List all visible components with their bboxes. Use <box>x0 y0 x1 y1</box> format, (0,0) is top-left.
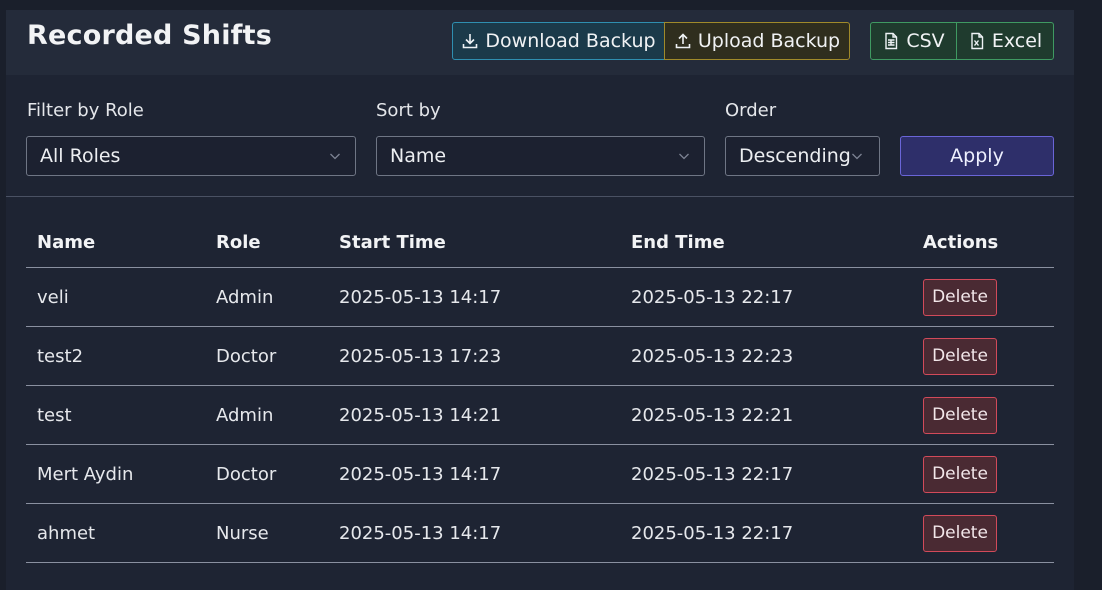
cell-name: test2 <box>26 326 205 386</box>
divider <box>6 196 1074 197</box>
export-excel-label: Excel <box>991 30 1043 52</box>
cell-actions: Delete <box>912 385 1054 445</box>
file-excel-icon <box>971 32 984 50</box>
chevron-down-icon <box>852 153 862 160</box>
column-header-start-time: Start Time <box>328 218 620 268</box>
cell-end-time: 2025-05-13 22:21 <box>620 385 912 445</box>
delete-button[interactable]: Delete <box>923 455 997 493</box>
order-value: Descending <box>739 145 851 167</box>
order-label: Order <box>725 100 777 121</box>
table-row: ahmet Nurse 2025-05-13 14:17 2025-05-13 … <box>26 503 1054 563</box>
cell-role: Admin <box>205 267 328 327</box>
page-title: Recorded Shifts <box>27 20 272 51</box>
cell-end-time: 2025-05-13 22:17 <box>620 267 912 327</box>
apply-button[interactable]: Apply <box>900 136 1054 176</box>
export-csv-label: CSV <box>906 30 945 52</box>
cell-start-time: 2025-05-13 17:23 <box>328 326 620 386</box>
cell-role: Nurse <box>205 503 328 563</box>
cell-name: ahmet <box>26 503 205 563</box>
upload-icon <box>675 33 691 49</box>
table-row: test Admin 2025-05-13 14:21 2025-05-13 2… <box>26 385 1054 445</box>
download-icon <box>463 34 478 49</box>
cell-end-time: 2025-05-13 22:17 <box>620 503 912 563</box>
cell-role: Doctor <box>205 326 328 386</box>
role-filter-value: All Roles <box>40 145 121 167</box>
cell-actions: Delete <box>912 503 1054 563</box>
upload-backup-button[interactable]: Upload Backup <box>664 22 850 60</box>
sort-by-select[interactable]: Name <box>376 136 705 176</box>
cell-name: test <box>26 385 205 445</box>
cell-name: veli <box>26 267 205 327</box>
column-header-end-time: End Time <box>620 218 912 268</box>
chevron-down-icon <box>330 153 340 160</box>
table-row: test2 Doctor 2025-05-13 17:23 2025-05-13… <box>26 326 1054 386</box>
table-row: Mert Aydin Doctor 2025-05-13 14:17 2025-… <box>26 444 1054 504</box>
download-backup-label: Download Backup <box>485 30 656 52</box>
cell-end-time: 2025-05-13 22:23 <box>620 326 912 386</box>
sort-by-value: Name <box>390 145 447 167</box>
role-filter-select[interactable]: All Roles <box>26 136 356 176</box>
column-header-actions: Actions <box>912 218 1054 268</box>
cell-actions: Delete <box>912 326 1054 386</box>
upload-backup-label: Upload Backup <box>697 30 841 52</box>
cell-start-time: 2025-05-13 14:21 <box>328 385 620 445</box>
delete-button[interactable]: Delete <box>923 278 997 316</box>
delete-button[interactable]: Delete <box>923 396 997 434</box>
cell-start-time: 2025-05-13 14:17 <box>328 267 620 327</box>
delete-button[interactable]: Delete <box>923 337 997 375</box>
export-csv-button[interactable]: CSV <box>870 22 957 60</box>
export-excel-button[interactable]: Excel <box>956 22 1054 60</box>
cell-role: Doctor <box>205 444 328 504</box>
cell-name: Mert Aydin <box>26 444 205 504</box>
table-row: veli Admin 2025-05-13 14:17 2025-05-13 2… <box>26 267 1054 327</box>
cell-start-time: 2025-05-13 14:17 <box>328 503 620 563</box>
chevron-down-icon <box>679 153 689 160</box>
sort-by-label: Sort by <box>376 100 441 121</box>
filter-role-label: Filter by Role <box>27 100 144 121</box>
cell-start-time: 2025-05-13 14:17 <box>328 444 620 504</box>
cell-end-time: 2025-05-13 22:17 <box>620 444 912 504</box>
column-header-name: Name <box>26 218 205 268</box>
cell-actions: Delete <box>912 267 1054 327</box>
delete-button[interactable]: Delete <box>923 514 997 552</box>
cell-role: Admin <box>205 385 328 445</box>
file-spreadsheet-icon <box>885 32 898 50</box>
shifts-table: Name Role Start Time End Time Actions ve… <box>26 218 1054 563</box>
table-header-row: Name Role Start Time End Time Actions <box>26 218 1054 268</box>
column-header-role: Role <box>205 218 328 268</box>
cell-actions: Delete <box>912 444 1054 504</box>
order-select[interactable]: Descending <box>725 136 880 176</box>
download-backup-button[interactable]: Download Backup <box>452 22 665 60</box>
